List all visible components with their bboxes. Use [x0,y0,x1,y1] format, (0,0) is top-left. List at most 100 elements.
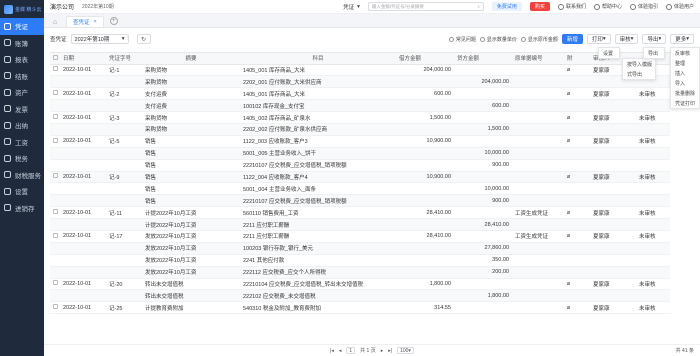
sidebar-item[interactable]: 发票 [0,101,44,118]
select-all-checkbox[interactable] [53,54,58,60]
period-select[interactable]: 2022年第10期 ▾ [70,34,129,44]
more-button[interactable]: 更多 ▾ [670,34,694,44]
table-row[interactable]: 支付运费 100102 库存现金_支付宝 600.00 [50,99,670,113]
cell-voucher-no[interactable]: 记-2 [106,87,142,101]
row-checkbox[interactable] [53,173,58,179]
table-row[interactable]: 转出未交增值税 222102 应交税费_未交增值税 1,800.00 [50,289,670,303]
col-date[interactable]: 日期 [60,53,106,65]
cell-voucher-no[interactable]: 记-11 [106,206,142,220]
table-row[interactable]: 发放2022年10月工资 100203 银行存款_银行_美元 27,860.00 [50,242,670,255]
cell-voucher-no[interactable] [106,254,142,267]
table-row[interactable]: 2022-10-01 记-5 销售 1122_003 应收账款_客户3 10,900.0… [50,135,670,148]
refresh-button[interactable]: ↻ [136,34,151,44]
sidebar-item[interactable]: 进销存 [0,200,44,217]
sidebar-item[interactable]: 报表 [0,51,44,68]
row-checkbox[interactable] [53,304,58,310]
table-row[interactable]: 销售 5001_004 主营业务收入_面条 10,000.00 [50,182,670,196]
search-input[interactable]: 输入金额/凭证号/分录摘要 ⌕ [367,2,484,11]
more-menu-item[interactable]: 整理 [671,58,699,68]
paperclip-icon[interactable]: ⌀ [567,305,570,311]
row-checkbox[interactable] [53,280,58,286]
more-menu-item[interactable]: 凭证打印 [671,98,699,108]
more-menu-item[interactable]: 反审核 [671,48,699,58]
cell-voucher-no[interactable]: 记-3 [106,111,142,124]
cell-voucher-no[interactable] [106,266,142,279]
table-row[interactable]: 销售 22210107 应交税费_应交增值税_销项税额 900.00 [50,194,670,208]
cell-voucher-no[interactable] [106,194,142,208]
first-page-icon[interactable]: |◂ [330,348,334,354]
audit-button[interactable]: 审核 ▾ [614,34,639,44]
sidebar-item[interactable]: 工资 [0,134,44,151]
next-page-icon[interactable]: ▸ [381,348,384,354]
show-qty-checkbox[interactable]: 显示数量单价 [479,36,517,43]
cell-voucher-no[interactable] [106,289,142,303]
paperclip-icon[interactable]: ⌀ [567,91,570,97]
paperclip-icon[interactable]: ⌀ [567,174,570,180]
table-row[interactable]: 2022-10-01 记-2 支付运费 1405_001 库存商品_大米 600.00 ⌀… [50,87,670,101]
table-row[interactable]: 销售 5001_005 主营业务收入_饼干 10,000.00 [50,147,670,160]
add-tab-icon[interactable]: + [109,17,118,25]
table-row[interactable]: 销售 22210107 应交税费_应交增值税_销项税额 900.00 [50,159,670,172]
new-voucher-button[interactable]: 新增 [561,34,583,44]
print-menu-item[interactable]: 设置 [599,48,619,58]
cell-voucher-no[interactable]: 记-25 [106,301,142,315]
print-button[interactable]: 打印 ▾ [586,34,611,44]
audit-menu-item[interactable]: 按导入模版 [623,59,655,69]
more-menu-item[interactable]: 导入 [671,78,699,88]
table-row[interactable]: 2022-10-01 记-17 发放2022年10月工资 2211 应付职工薪酬 28,… [50,230,670,243]
more-menu-item[interactable]: 批量删除 [671,88,699,98]
cell-voucher-no[interactable] [106,147,142,160]
voucher-type-select[interactable]: 凭证 ▾ [343,3,360,11]
paperclip-icon[interactable]: ⌀ [567,67,570,73]
sidebar-item[interactable]: 财税服务 [0,167,44,184]
export-button[interactable]: 导出 ▾ [642,34,667,44]
table-row[interactable]: 2022-10-01 记-20 转出未交增值税 22210104 应交税费_应交增值税… [50,278,670,291]
paperclip-icon[interactable]: ⌀ [567,281,570,287]
row-checkbox[interactable] [53,66,58,72]
free-trial-button[interactable]: 免费试用 [491,2,522,11]
show-fx-checkbox[interactable]: 显示原币金额 [520,36,558,43]
more-menu-item[interactable]: 插入 [671,68,699,78]
table-row[interactable]: 采购货物 2202_001 应付账款_大米供应商 204,000.00 [50,75,670,89]
faq-link[interactable]: 常见问题 [448,36,476,43]
cell-voucher-no[interactable]: 记-1 [106,64,142,77]
cell-voucher-no[interactable]: 记-9 [106,171,142,184]
close-icon[interactable]: × [94,19,97,25]
paperclip-icon[interactable]: ⌀ [567,210,570,216]
sidebar-item[interactable]: 税务 [0,150,44,167]
sidebar-item[interactable]: 结账 [0,68,44,85]
cell-voucher-no[interactable]: 记-20 [106,278,142,291]
paperclip-icon[interactable]: ⌀ [567,233,570,239]
tab-query-voucher[interactable]: 查凭证 × [66,16,104,27]
page-input[interactable]: 1 [346,347,356,354]
paperclip-icon[interactable]: ⌀ [567,138,570,144]
table-row[interactable]: 2022-10-01 记-11 计提2022年10月工资 560110 销售费用_工资… [50,206,670,220]
row-checkbox[interactable] [53,137,58,143]
page-size-select[interactable]: 100 ▾ [397,347,414,354]
app-logo[interactable]: 金蝶 精斗云 [0,0,44,18]
cell-voucher-no[interactable] [106,182,142,196]
table-row[interactable]: 采购货物 2202_002 应付账款_矿泉水供应商 1,500.00 [50,123,670,136]
cell-voucher-no[interactable] [106,218,142,231]
col-voucher-no[interactable]: 凭证字号 [106,53,142,65]
cell-voucher-no[interactable] [106,159,142,172]
sidebar-item[interactable]: 出纳 [0,117,44,134]
sidebar-item[interactable]: 设置 [0,183,44,200]
contact-link[interactable]: 联系我们 [557,3,586,10]
table-row[interactable]: 发放2022年10月工资 222112 应交税费_应交个人所得税 200.00 [50,266,670,279]
table-row[interactable]: 2022-10-01 记-25 计提教育费附加 540310 税金及附加_教育费附加 3… [50,301,670,315]
table-row[interactable]: 计提2022年10月工资 2211 应付职工薪酬 28,410.00 [50,218,670,231]
table-row[interactable]: 2022-10-01 记-3 采购货物 1405_002 库存商品_矿泉水 1,500.… [50,111,670,124]
table-row[interactable]: 2022-10-01 记-9 销售 1122_004 应收账款_客户4 10,900.0… [50,171,670,184]
export-menu-item[interactable]: 导出 [644,48,664,58]
last-page-icon[interactable]: ▸| [388,348,392,354]
cell-voucher-no[interactable]: 记-5 [106,135,142,148]
company-name[interactable]: 演示公司 [50,2,74,11]
user-menu[interactable]: 体验用户 [665,3,694,10]
paperclip-icon[interactable]: ⌀ [567,115,570,121]
buy-button[interactable]: 购买 [529,2,550,11]
row-checkbox[interactable] [53,114,58,119]
sidebar-item[interactable]: 凭证 [0,18,44,35]
cell-voucher-no[interactable]: 记-17 [106,230,142,243]
home-icon[interactable]: ⌂ [50,17,60,27]
